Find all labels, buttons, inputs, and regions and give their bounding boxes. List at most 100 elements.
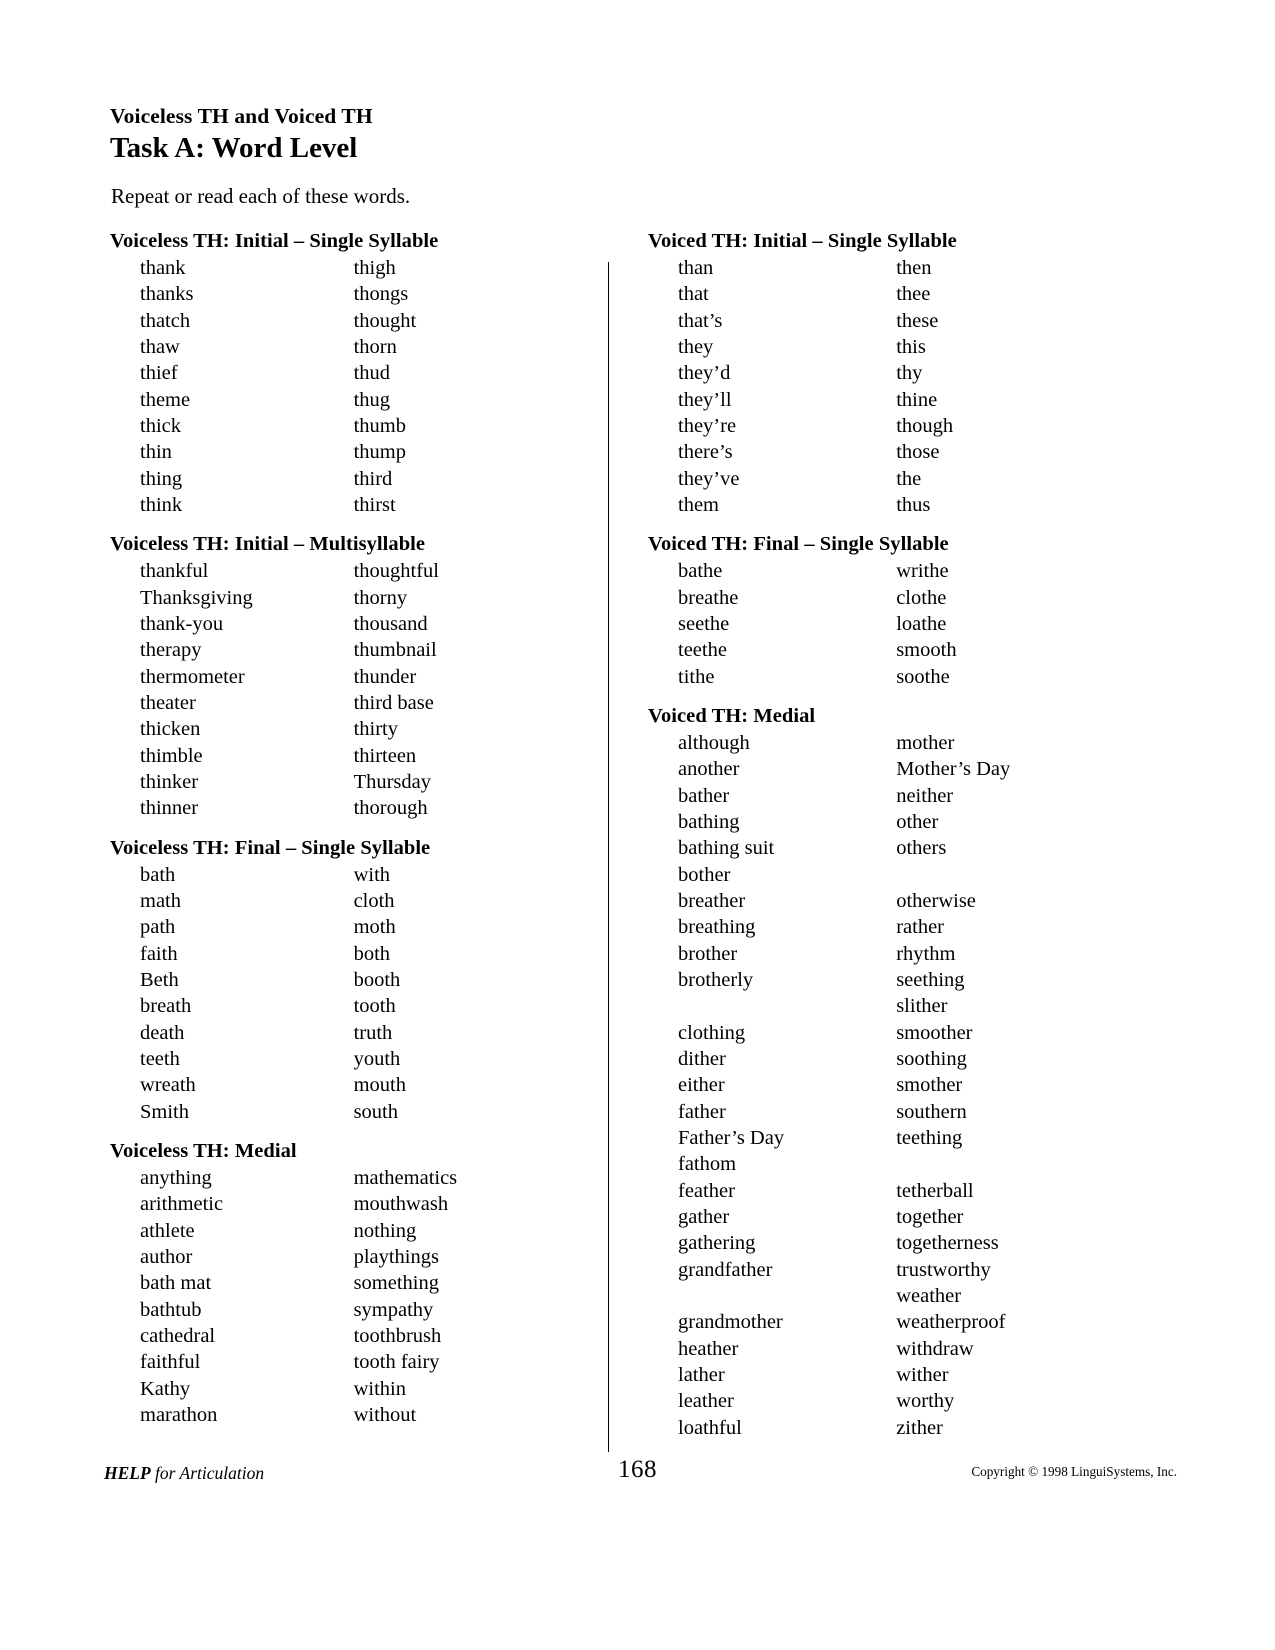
word-item-thus: thus — [896, 494, 931, 516]
word-item-thirst: thirst — [353, 494, 396, 516]
word-row: gathering togetherness — [678, 1230, 1148, 1256]
word-row: thing third — [140, 466, 600, 492]
word-item-thy: thy — [896, 362, 923, 385]
word-item-bathing-suit: bathing suit — [678, 837, 775, 860]
word-row: thimble thirteen — [140, 743, 600, 769]
word-item-mouth: mouth — [353, 1074, 406, 1097]
left-column: Voiceless TH: Initial – Single Syllable t… — [110, 228, 570, 1428]
word-item-wither: wither — [896, 1363, 949, 1386]
word-item-empty — [678, 993, 896, 1019]
word-item-empty — [678, 1283, 896, 1309]
word-row: teeth youth — [140, 1046, 600, 1072]
word-row: seethe loathe — [678, 611, 1148, 637]
word-item-cathedral: cathedral — [140, 1325, 216, 1347]
word-item-breath: breath — [140, 995, 192, 1018]
word-item-thimble: thimble — [140, 744, 203, 767]
word-item-thick: thick — [140, 415, 181, 438]
word-item-theme: theme — [140, 388, 191, 411]
word-row: them thus — [678, 492, 1148, 518]
word-row: they’re though — [678, 413, 1148, 439]
worksheet-page: Voiceless TH and Voiced TH Task A: Word … — [0, 0, 1275, 1650]
word-item-thunder: thunder — [353, 665, 417, 688]
word-item-therapy: therapy — [140, 639, 202, 662]
word-item-that-s: that’s — [678, 309, 723, 332]
word-item-there-s: there’s — [678, 441, 733, 464]
word-row: breath tooth — [140, 993, 600, 1019]
word-row: thin thump — [140, 439, 600, 465]
word-item-tithe: tithe — [678, 665, 715, 688]
word-item-weather: weather — [896, 1284, 962, 1307]
word-item-other: other — [896, 811, 939, 834]
word-item-others: others — [896, 837, 947, 860]
word-section: Voiced TH: Initial – Single Syllable than… — [648, 228, 1118, 518]
word-item-without: without — [353, 1403, 417, 1426]
word-row: thanks thongs — [140, 281, 600, 307]
word-item-theater: theater — [140, 692, 196, 715]
word-item-feather: feather — [678, 1179, 735, 1202]
word-item-writhe: writhe — [896, 560, 949, 583]
word-row: thief thud — [140, 360, 600, 386]
word-item-thank: thank — [140, 257, 186, 280]
word-item-lather: lather — [678, 1363, 725, 1386]
word-row: Thanksgiving thorny — [140, 585, 600, 611]
word-row: they’ll thine — [678, 387, 1148, 413]
word-row: anything mathematics — [140, 1165, 600, 1191]
word-item-death: death — [140, 1021, 185, 1044]
word-grid: than then that thee that’s these they this they’… — [678, 255, 1148, 518]
word-row: arithmetic mouthwash — [140, 1191, 600, 1217]
word-item-soothe: soothe — [896, 665, 950, 688]
word-item-thaw: thaw — [140, 336, 180, 359]
word-item-they: they — [678, 336, 714, 359]
word-row: cathedral toothbrush — [140, 1323, 600, 1349]
word-item-mother-s-day: Mother’s Day — [896, 758, 1011, 781]
word-item-they-ve: they’ve — [678, 467, 740, 490]
word-item-playthings: playthings — [353, 1246, 439, 1269]
word-item-father: father — [678, 1100, 726, 1123]
word-item-togetherness: togetherness — [896, 1232, 999, 1255]
word-item-bathing: bathing — [678, 811, 740, 834]
word-row: thicken thirty — [140, 716, 600, 742]
word-item-smother: smother — [896, 1074, 963, 1097]
word-item-kathy: Kathy — [140, 1377, 191, 1400]
word-item-thorny: thorny — [353, 586, 408, 609]
word-item-fathom: fathom — [678, 1153, 737, 1176]
word-item-mouthwash: mouthwash — [353, 1193, 449, 1216]
word-item-zither: zither — [896, 1416, 943, 1439]
word-grid: thank thigh thanks thongs thatch thought thaw t… — [140, 255, 600, 518]
word-row: athlete nothing — [140, 1218, 600, 1244]
word-item-empty — [896, 1151, 1148, 1177]
word-item-thorn: thorn — [353, 336, 397, 359]
word-item-thongs: thongs — [353, 283, 409, 306]
word-item-thankful: thankful — [140, 560, 209, 583]
word-item-thin: thin — [140, 441, 172, 464]
word-item-otherwise: otherwise — [896, 890, 976, 913]
word-item-empty — [896, 862, 1148, 888]
word-row: thermometer thunder — [140, 664, 600, 690]
word-item-rhythm: rhythm — [896, 942, 956, 965]
word-row: breathing rather — [678, 914, 1148, 940]
word-item-they-re: they’re — [678, 415, 737, 438]
word-section: Voiceless TH: Initial – Multisyllable tha… — [110, 531, 570, 821]
word-row: theme thug — [140, 387, 600, 413]
word-item-third-base: third base — [353, 692, 434, 715]
word-row: feather tetherball — [678, 1178, 1148, 1204]
word-item-grandfather: grandfather — [678, 1258, 773, 1281]
word-item-beth: Beth — [140, 969, 179, 992]
word-row: thick thumb — [140, 413, 600, 439]
word-item-bother: bother — [678, 863, 731, 886]
word-item-south: south — [353, 1100, 398, 1123]
word-row: dither soothing — [678, 1046, 1148, 1072]
word-item-leather: leather — [678, 1390, 734, 1413]
word-item-tooth: tooth — [353, 995, 396, 1018]
word-item-tooth-fairy: tooth fairy — [353, 1351, 440, 1374]
word-item-nothing: nothing — [353, 1219, 417, 1242]
section-heading-voiceless-th-initial-multisyllable: Voiceless TH: Initial – Multisyllable — [110, 533, 426, 556]
word-item-thigh: thigh — [353, 257, 396, 280]
page-footer: HELP for Articulation 168 Copyright © 19… — [0, 1456, 1275, 1506]
word-item-breather: breather — [678, 890, 746, 913]
word-section: Voiceless TH: Final – Single Syllable bat… — [110, 835, 570, 1125]
word-item-athlete: athlete — [140, 1219, 195, 1242]
word-item-together: together — [896, 1205, 964, 1228]
word-item-either: either — [678, 1074, 725, 1097]
word-item-faithful: faithful — [140, 1351, 201, 1374]
